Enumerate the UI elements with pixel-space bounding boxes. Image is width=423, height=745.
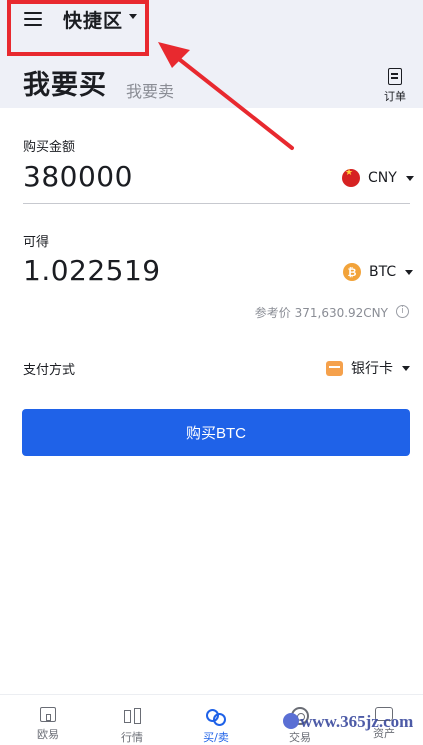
chevron-down-icon: [405, 175, 414, 181]
chevron-down-icon: [405, 269, 414, 275]
buy-amount-input[interactable]: 380000: [23, 160, 133, 193]
china-flag-icon: [342, 168, 360, 187]
candlestick-icon: [122, 707, 142, 725]
tab-buy[interactable]: 我要买: [23, 63, 107, 102]
watermark-logo-icon: [283, 713, 299, 729]
fiat-currency-select[interactable]: CNY: [342, 168, 414, 187]
nav-item-market[interactable]: 行情: [102, 707, 162, 745]
buy-sell-icon: [206, 707, 226, 726]
nav-label: 行情: [121, 731, 143, 744]
fiat-currency-label: CNY: [368, 170, 397, 186]
bitcoin-icon: ₿: [343, 263, 361, 281]
reference-price: 参考价 371,630.92CNY: [254, 306, 388, 320]
orders-button[interactable]: 订单: [378, 68, 412, 104]
divider: [23, 203, 410, 204]
nav-label: 买/卖: [203, 731, 229, 744]
orders-label: 订单: [384, 90, 406, 103]
home-icon: [40, 707, 56, 722]
payment-method-value: 银行卡: [351, 361, 393, 377]
document-icon: [388, 68, 402, 85]
crypto-currency-label: BTC: [369, 264, 397, 280]
payment-method-select[interactable]: 银行卡: [326, 358, 410, 378]
chevron-down-icon: [402, 365, 410, 371]
annotation-highlight-box: [7, 0, 149, 56]
nav-label: 欧易: [37, 728, 59, 741]
buy-amount-label: 购买金额: [23, 140, 76, 155]
nav-item-buy-sell[interactable]: 买/卖: [186, 707, 246, 745]
payment-method-label: 支付方式: [23, 363, 76, 378]
bank-card-icon: [326, 360, 343, 376]
nav-item-home[interactable]: 欧易: [18, 707, 78, 742]
tab-sell[interactable]: 我要卖: [126, 78, 174, 102]
receive-amount: 1.022519: [23, 254, 161, 287]
info-icon[interactable]: i: [396, 305, 409, 318]
buy-btc-button[interactable]: 购买BTC: [22, 409, 410, 456]
receive-label: 可得: [23, 235, 50, 250]
watermark: www.365jz.com: [300, 712, 414, 731]
crypto-currency-select[interactable]: ₿ BTC: [343, 263, 414, 281]
